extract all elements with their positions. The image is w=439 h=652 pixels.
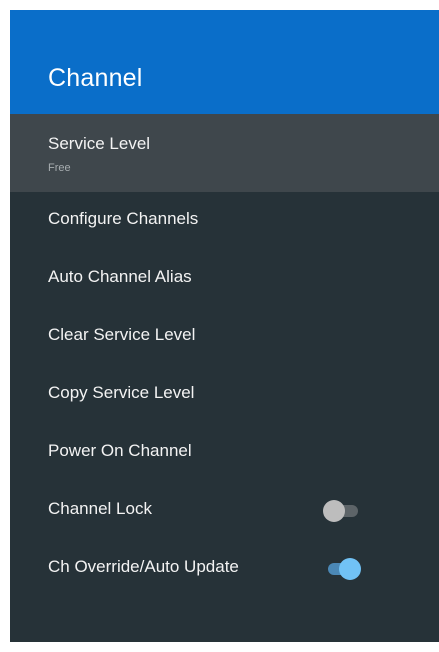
menu-item-copy-service-level[interactable]: Copy Service Level — [10, 366, 439, 424]
header: Channel — [10, 10, 439, 114]
toggle-thumb — [323, 500, 345, 522]
menu-item-label: Clear Service Level — [48, 325, 196, 344]
menu-item-service-level[interactable]: Service Level Free — [10, 114, 439, 192]
menu-item-channel-lock[interactable]: Channel Lock — [10, 482, 439, 540]
menu-item-label: Power On Channel — [48, 441, 192, 460]
menu-item-label: Ch Override/Auto Update — [48, 557, 239, 576]
menu-item-auto-channel-alias[interactable]: Auto Channel Alias — [10, 250, 439, 308]
toggle-thumb — [339, 558, 361, 580]
menu-item-label: Channel Lock — [48, 499, 152, 518]
menu-item-label: Auto Channel Alias — [48, 267, 192, 286]
menu-item-label: Copy Service Level — [48, 383, 195, 402]
menu-item-label: Service Level — [48, 134, 151, 153]
menu-item-ch-override-auto-update[interactable]: Ch Override/Auto Update — [10, 540, 439, 598]
menu-item-clear-service-level[interactable]: Clear Service Level — [10, 308, 439, 366]
menu-item-power-on-channel[interactable]: Power On Channel — [10, 424, 439, 482]
settings-menu: Service Level Free Configure Channels Au… — [10, 114, 439, 598]
channel-lock-toggle[interactable] — [323, 500, 361, 522]
page-title: Channel — [48, 64, 143, 92]
channel-settings-panel: Channel Service Level Free Configure Cha… — [10, 10, 439, 642]
ch-override-toggle[interactable] — [323, 558, 361, 580]
menu-item-value: Free — [48, 162, 71, 174]
menu-item-configure-channels[interactable]: Configure Channels — [10, 192, 439, 250]
menu-item-label: Configure Channels — [48, 209, 199, 228]
